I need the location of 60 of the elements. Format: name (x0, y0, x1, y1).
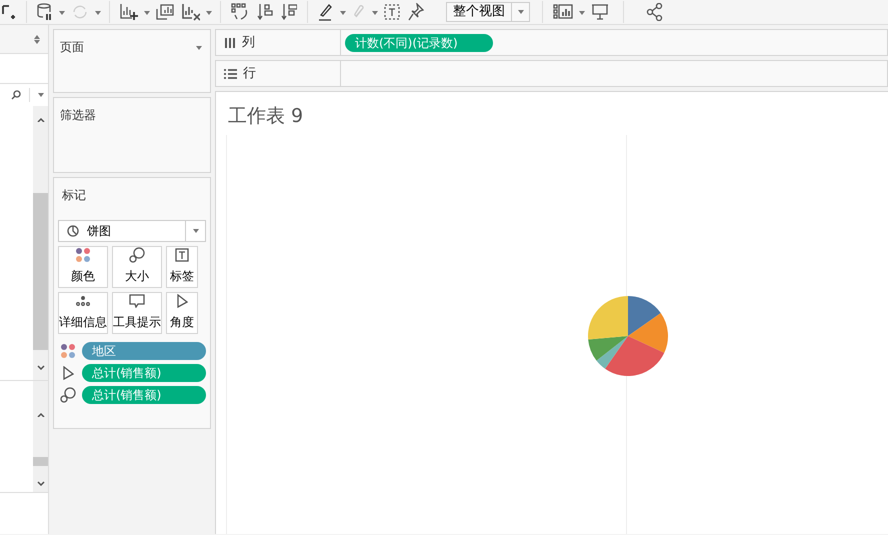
sort-ascending-icon[interactable] (257, 3, 273, 21)
highlighter-icon[interactable] (318, 3, 334, 21)
show-me-icon[interactable] (553, 3, 573, 21)
sort-descending-icon[interactable] (281, 3, 297, 21)
scroll-up-icon[interactable] (36, 117, 44, 122)
caret-icon (518, 10, 524, 14)
speech-bubble-icon (129, 294, 145, 308)
marks-label-button[interactable]: 标签 (166, 246, 198, 288)
pie-chart-icon (67, 225, 79, 237)
scrollbar[interactable] (33, 381, 48, 492)
color-dots-icon (60, 343, 76, 359)
detail-dots-icon (75, 296, 91, 306)
sort-arrows-icon (34, 34, 40, 44)
dropdown-caret-icon (196, 46, 202, 50)
caret-icon (372, 10, 378, 15)
size-circles-icon (60, 387, 76, 403)
sheet-title: 工作表 9 (227, 104, 304, 129)
angle-icon (62, 366, 74, 380)
marks-size-button[interactable]: 大小 (112, 246, 162, 288)
fit-dropdown[interactable]: 整个视图 (446, 2, 530, 22)
scrollbar-thumb[interactable] (33, 193, 48, 350)
duplicate-sheet-icon[interactable] (156, 3, 174, 21)
pages-card-title: 页面 (59, 39, 85, 56)
marks-color-button[interactable]: 颜色 (58, 246, 108, 288)
caret-icon (144, 10, 150, 15)
shelf-label: 行 (243, 64, 256, 83)
marks-angle-button[interactable]: 角度 (166, 292, 198, 334)
mark-type-dropdown[interactable]: 饼图 (58, 220, 206, 242)
clear-sheet-icon[interactable] (182, 3, 200, 21)
text-box-icon[interactable] (384, 4, 400, 20)
columns-icon (224, 38, 236, 48)
caret-icon (59, 10, 65, 15)
caret-icon (206, 10, 212, 15)
caret-icon (192, 229, 198, 233)
marks-card-title: 标记 (61, 187, 87, 204)
scrollbar[interactable] (33, 106, 48, 380)
shelf-label: 列 (242, 34, 255, 52)
text-label-icon (175, 248, 189, 262)
presentation-icon[interactable] (591, 3, 609, 21)
color-dots-icon (75, 246, 91, 263)
search-icon[interactable] (11, 90, 21, 100)
scrollbar-thumb[interactable] (33, 457, 48, 466)
marks-tooltip-button[interactable]: 工具提示 (112, 292, 162, 334)
pause-database-icon[interactable] (37, 3, 53, 21)
new-worksheet-icon[interactable] (120, 3, 138, 21)
pin-icon[interactable] (408, 3, 424, 21)
caret-icon (579, 10, 585, 15)
caret-icon (340, 10, 346, 15)
scroll-down-icon[interactable] (36, 365, 44, 370)
caret-icon (95, 10, 101, 15)
dropdown-caret-icon (38, 93, 44, 97)
marks-detail-button[interactable]: 详细信息 (58, 292, 108, 334)
rows-icon (224, 68, 237, 78)
angle-icon (176, 294, 188, 308)
scroll-down-icon[interactable] (36, 481, 44, 486)
swap-icon[interactable] (231, 3, 249, 21)
size-circles-icon (129, 246, 145, 263)
filters-card-title: 筛选器 (59, 107, 97, 124)
scroll-up-icon[interactable] (36, 412, 44, 418)
share-icon[interactable] (646, 3, 664, 21)
